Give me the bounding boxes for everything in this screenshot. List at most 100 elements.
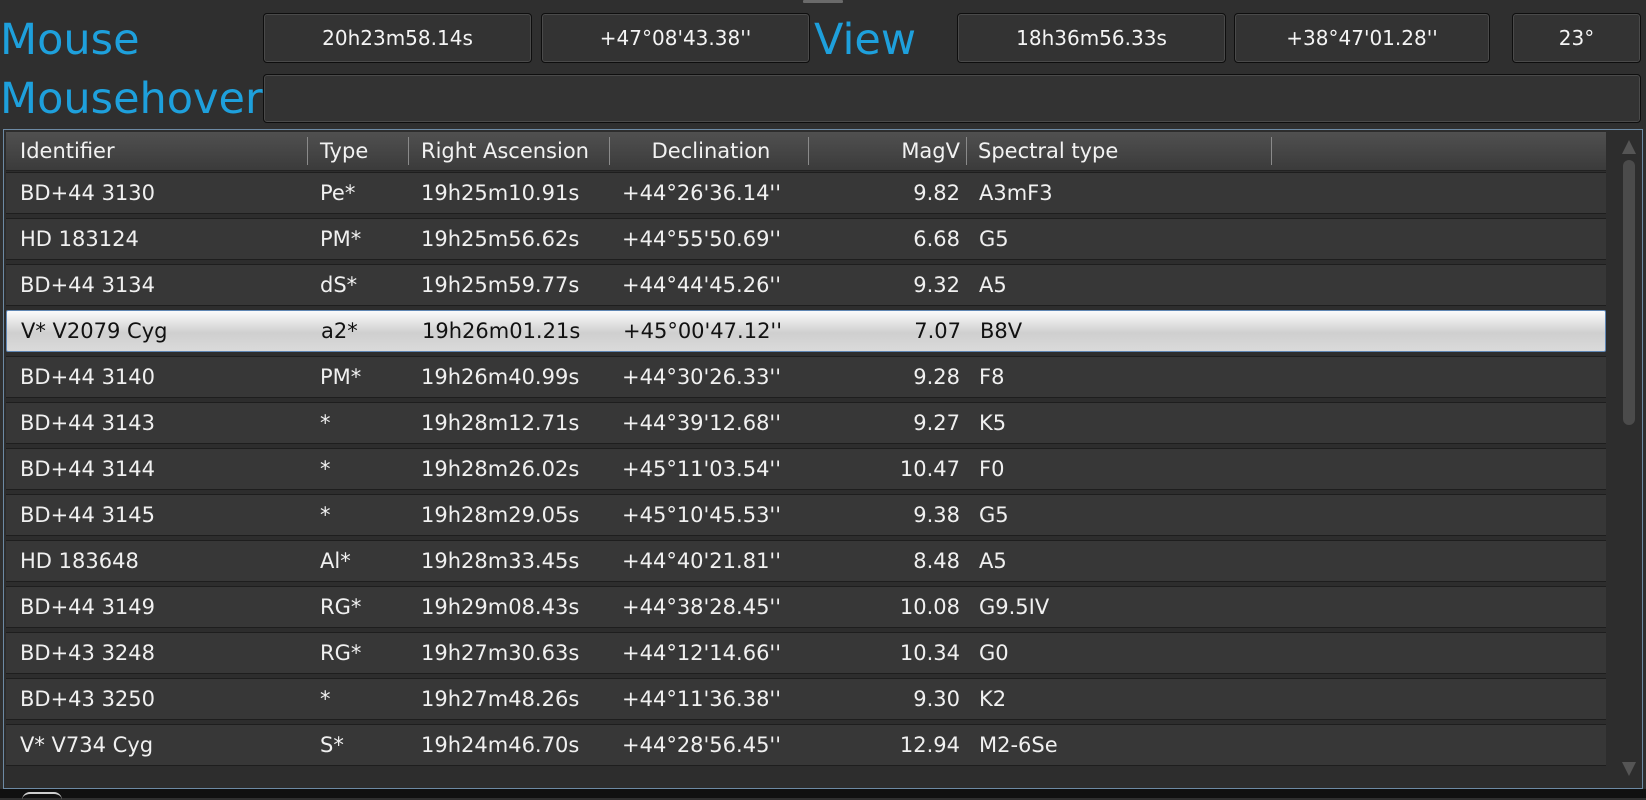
- cell-type: *: [320, 687, 331, 711]
- cell-type: RG*: [320, 641, 362, 665]
- cell-identifier: HD 183648: [20, 549, 139, 573]
- table-row[interactable]: BD+44 3149 RG* 19h29m08.43s +44°38'28.45'' 1…: [6, 586, 1606, 628]
- cell-spectral-type: K5: [979, 411, 1007, 435]
- view-ra-field[interactable]: 18h36m56.33s: [957, 13, 1226, 63]
- column-separator[interactable]: [1271, 137, 1272, 165]
- scroll-up-arrow-icon[interactable]: [1622, 140, 1636, 154]
- view-dec-field[interactable]: +38°47'01.28'': [1234, 13, 1490, 63]
- cell-right-ascension: 19h28m12.71s: [421, 411, 580, 435]
- cell-declination: +44°11'36.38'': [622, 687, 781, 711]
- scroll-down-arrow-icon[interactable]: [1622, 762, 1636, 776]
- cell-right-ascension: 19h24m46.70s: [421, 733, 580, 757]
- cell-spectral-type: G0: [979, 641, 1009, 665]
- cell-right-ascension: 19h27m30.63s: [421, 641, 580, 665]
- table-header: Identifier Type Right Ascension Declinat…: [6, 132, 1606, 171]
- cell-declination: +45°11'03.54'': [622, 457, 781, 481]
- cell-spectral-type: G9.5IV: [979, 595, 1050, 619]
- cell-magv: 7.07: [914, 319, 961, 343]
- column-separator[interactable]: [808, 137, 809, 165]
- table-row[interactable]: BD+44 3130 Pe* 19h25m10.91s +44°26'36.14'' 9…: [6, 172, 1606, 214]
- table-row[interactable]: BD+44 3144 * 19h28m26.02s +45°11'03.54'' 10.…: [6, 448, 1606, 490]
- cell-declination: +44°26'36.14'': [622, 181, 781, 205]
- cell-magv: 9.82: [913, 181, 960, 205]
- objects-table: Identifier Type Right Ascension Declinat…: [3, 129, 1643, 789]
- panel-resize-grip[interactable]: [803, 0, 843, 3]
- table-row[interactable]: BD+44 3140 PM* 19h26m40.99s +44°30'26.33'' 9…: [6, 356, 1606, 398]
- cell-type: Al*: [320, 549, 351, 573]
- column-separator[interactable]: [307, 137, 308, 165]
- cell-type: dS*: [320, 273, 358, 297]
- cell-right-ascension: 19h29m08.43s: [421, 595, 580, 619]
- mouse-dec-field[interactable]: +47°08'43.38'': [541, 13, 810, 63]
- cell-type: PM*: [320, 227, 362, 251]
- cell-magv: 9.38: [913, 503, 960, 527]
- cell-spectral-type: F8: [979, 365, 1005, 389]
- cell-type: *: [320, 503, 331, 527]
- cell-type: Pe*: [320, 181, 356, 205]
- cell-right-ascension: 19h28m26.02s: [421, 457, 580, 481]
- cell-spectral-type: F0: [979, 457, 1005, 481]
- cell-type: S*: [320, 733, 344, 757]
- table-row[interactable]: BD+44 3145 * 19h28m29.05s +45°10'45.53'' 9.3…: [6, 494, 1606, 536]
- cell-magv: 9.30: [913, 687, 960, 711]
- view-fov-field[interactable]: 23°: [1512, 13, 1641, 63]
- cell-declination: +45°10'45.53'': [622, 503, 781, 527]
- column-header-declination[interactable]: Declination: [611, 132, 811, 170]
- cell-declination: +44°40'21.81'': [622, 549, 781, 573]
- cell-type: RG*: [320, 595, 362, 619]
- objects-table-viewport: Identifier Type Right Ascension Declinat…: [6, 132, 1606, 788]
- cell-identifier: BD+44 3130: [20, 181, 156, 205]
- cell-magv: 9.28: [913, 365, 960, 389]
- table-row[interactable]: V* V734 Cyg S* 19h24m46.70s +44°28'56.45'' 1…: [6, 724, 1606, 766]
- table-row[interactable]: BD+44 3134 dS* 19h25m59.77s +44°44'45.26'' 9…: [6, 264, 1606, 306]
- cell-spectral-type: G5: [979, 227, 1009, 251]
- column-separator[interactable]: [609, 137, 610, 165]
- cell-right-ascension: 19h28m29.05s: [421, 503, 580, 527]
- mousehover-label: Mousehover: [0, 74, 263, 124]
- cell-magv: 10.08: [899, 595, 960, 619]
- column-header-spectral-type[interactable]: Spectral type: [978, 132, 1268, 170]
- cell-declination: +44°39'12.68'': [622, 411, 781, 435]
- cell-declination: +44°12'14.66'': [622, 641, 781, 665]
- mousehover-field[interactable]: [263, 74, 1641, 123]
- column-header-right-ascension[interactable]: Right Ascension: [421, 132, 611, 170]
- cell-magv: 10.34: [899, 641, 960, 665]
- cell-identifier: BD+44 3134: [20, 273, 156, 297]
- cell-right-ascension: 19h25m59.77s: [421, 273, 580, 297]
- cell-magv: 9.32: [913, 273, 960, 297]
- table-row[interactable]: HD 183124 PM* 19h25m56.62s +44°55'50.69'' 6.…: [6, 218, 1606, 260]
- cell-type: PM*: [320, 365, 362, 389]
- cell-type: *: [320, 457, 331, 481]
- vertical-scrollbar[interactable]: [1616, 130, 1642, 788]
- column-header-type[interactable]: Type: [320, 132, 410, 170]
- table-row[interactable]: V* V2079 Cyg a2* 19h26m01.21s +45°00'47.12'…: [6, 310, 1606, 352]
- column-header-identifier[interactable]: Identifier: [20, 132, 310, 170]
- column-separator[interactable]: [408, 137, 409, 165]
- cell-right-ascension: 19h27m48.26s: [421, 687, 580, 711]
- cell-identifier: BD+43 3248: [20, 641, 156, 665]
- cell-right-ascension: 19h28m33.45s: [421, 549, 580, 573]
- scrollbar-thumb[interactable]: [1623, 160, 1635, 425]
- cell-identifier: BD+44 3143: [20, 411, 156, 435]
- cell-type: a2*: [321, 319, 358, 343]
- table-row[interactable]: BD+43 3250 * 19h27m48.26s +44°11'36.38'' 9.3…: [6, 678, 1606, 720]
- cell-spectral-type: A3mF3: [979, 181, 1053, 205]
- cell-declination: +44°30'26.33'': [622, 365, 781, 389]
- view-label: View: [814, 15, 917, 65]
- cell-spectral-type: A5: [979, 549, 1007, 573]
- cell-right-ascension: 19h26m01.21s: [422, 319, 581, 343]
- table-row[interactable]: HD 183648 Al* 19h28m33.45s +44°40'21.81'' 8.…: [6, 540, 1606, 582]
- table-row[interactable]: BD+44 3143 * 19h28m12.71s +44°39'12.68'' 9.2…: [6, 402, 1606, 444]
- column-header-magv[interactable]: MagV: [811, 132, 960, 170]
- mouse-ra-field[interactable]: 20h23m58.14s: [263, 13, 532, 63]
- mouse-label: Mouse: [0, 15, 140, 65]
- table-row[interactable]: BD+43 3248 RG* 19h27m30.63s +44°12'14.66'' 1…: [6, 632, 1606, 674]
- cell-magv: 8.48: [913, 549, 960, 573]
- column-separator[interactable]: [966, 137, 967, 165]
- bottom-handle-icon: [22, 792, 62, 800]
- cell-spectral-type: M2-6Se: [979, 733, 1058, 757]
- cell-spectral-type: K2: [979, 687, 1007, 711]
- cell-type: *: [320, 411, 331, 435]
- cell-declination: +44°38'28.45'': [622, 595, 781, 619]
- cell-declination: +44°55'50.69'': [622, 227, 781, 251]
